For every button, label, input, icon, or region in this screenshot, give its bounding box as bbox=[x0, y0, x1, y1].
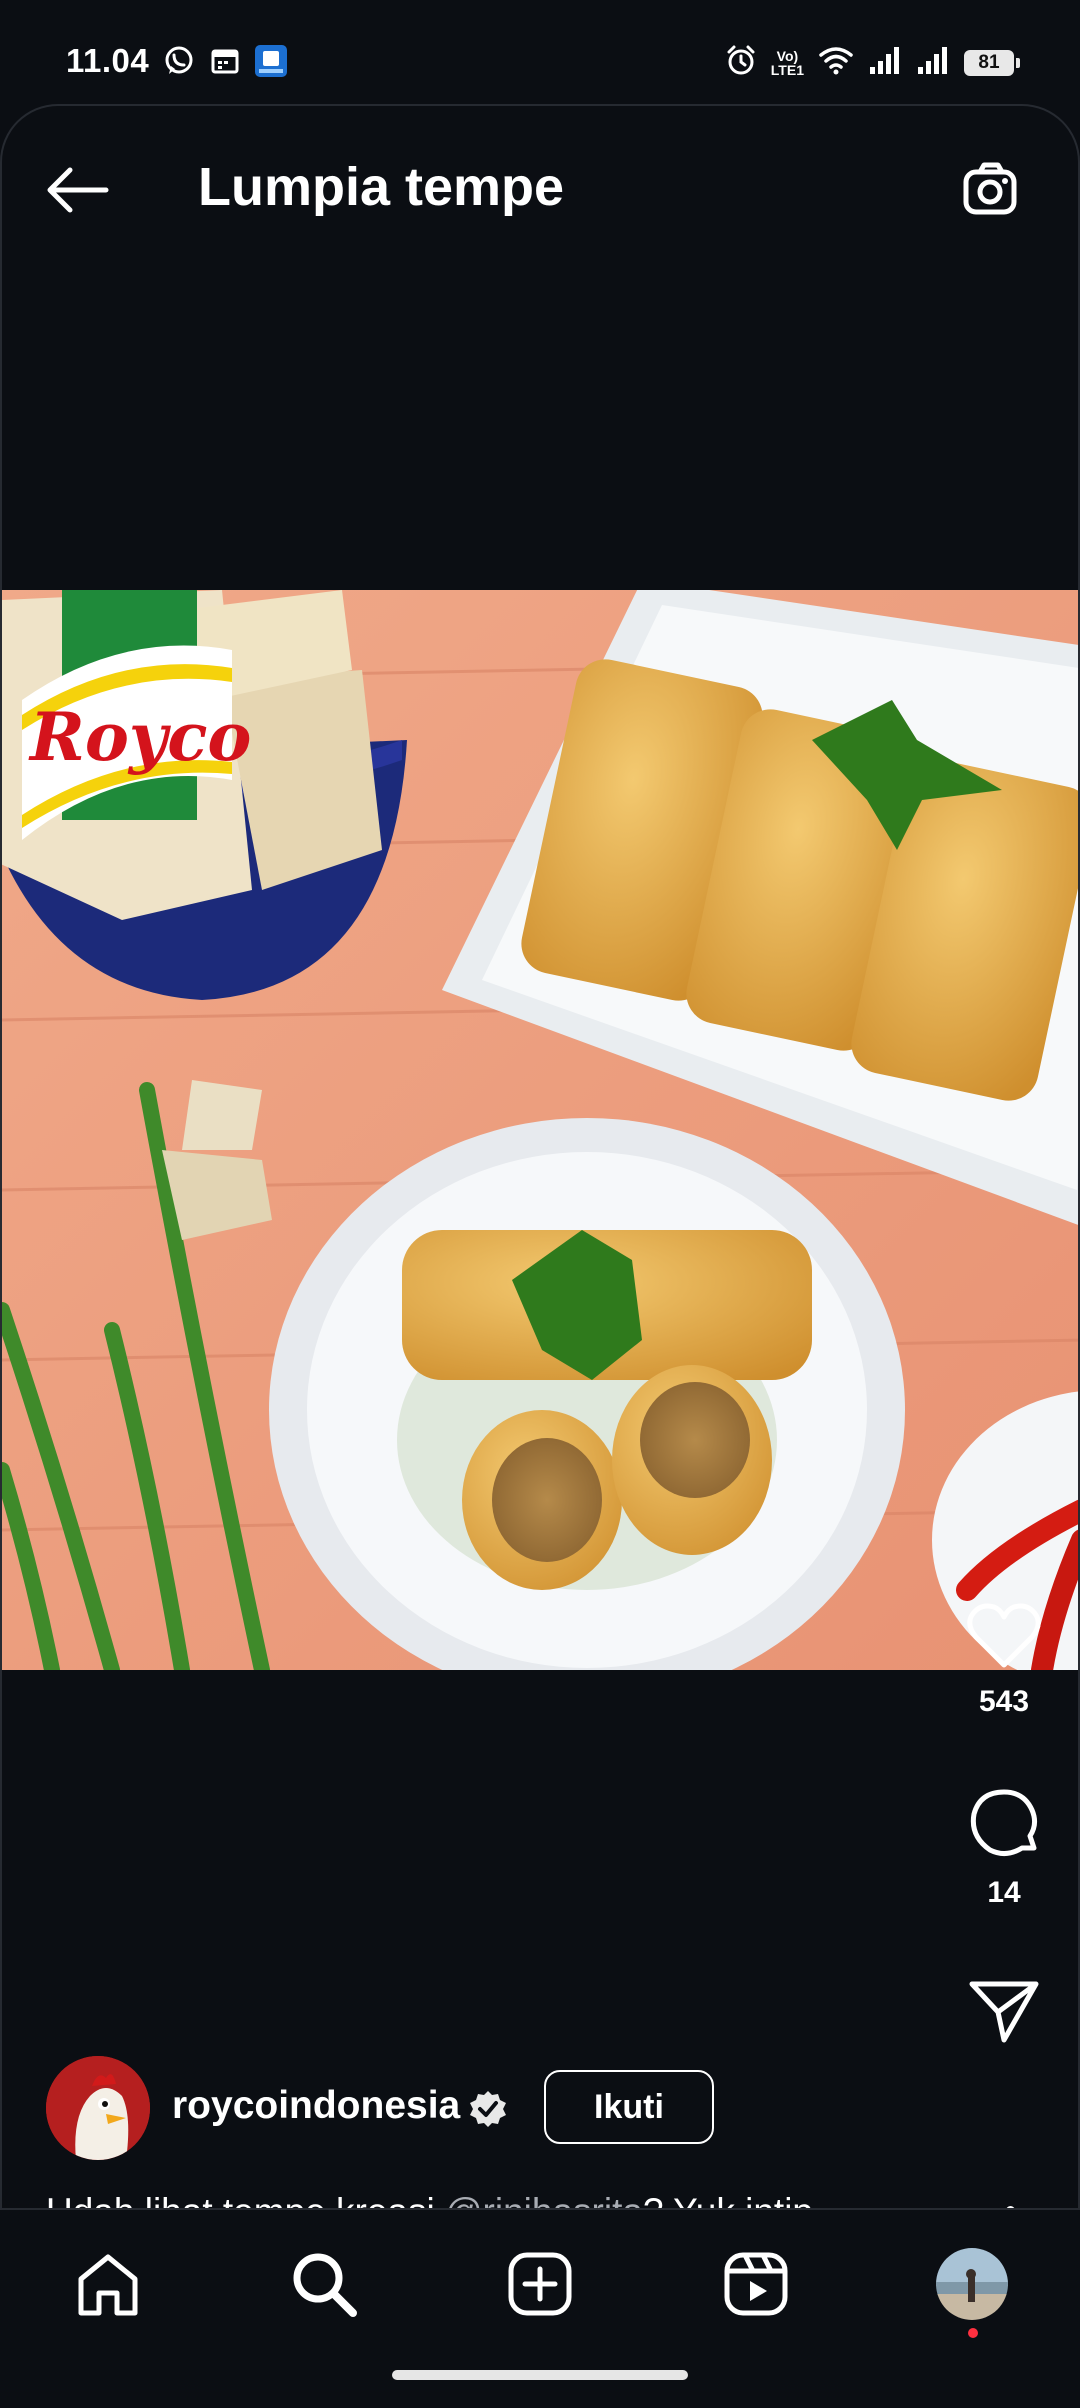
status-right-icons: Vo) LTE1 81 bbox=[725, 44, 1020, 81]
home-indicator[interactable] bbox=[392, 2370, 688, 2380]
camera-icon bbox=[963, 162, 1017, 215]
comment-action: 14 bbox=[954, 1786, 1054, 1910]
caption-mention[interactable]: @rinihasrita bbox=[445, 2191, 643, 2208]
status-time: 11.04 bbox=[66, 42, 150, 79]
signal-icon bbox=[916, 45, 950, 80]
alarm-icon bbox=[725, 44, 757, 81]
like-count: 543 bbox=[978, 1685, 1030, 1718]
share-action bbox=[954, 1976, 1054, 2046]
arrow-left-icon bbox=[47, 167, 109, 213]
battery-icon: 81 bbox=[964, 49, 1020, 76]
verified-badge-icon bbox=[468, 2089, 508, 2129]
comment-count: 14 bbox=[987, 1876, 1021, 1909]
create-icon bbox=[508, 2252, 572, 2316]
profile-avatar bbox=[936, 2248, 1008, 2320]
caption-text: Udah lihat tempe kreasi bbox=[46, 2191, 445, 2208]
calendar-icon bbox=[210, 46, 240, 81]
heart-icon[interactable] bbox=[966, 1601, 1042, 1671]
volte-icon: Vo) LTE1 bbox=[770, 47, 804, 78]
send-icon[interactable] bbox=[966, 1976, 1042, 2046]
nav-reels[interactable] bbox=[716, 2244, 796, 2324]
nav-home[interactable] bbox=[68, 2244, 148, 2324]
post-caption[interactable]: Udah lihat tempe kreasi @rinihasrita? Yu… bbox=[46, 2188, 926, 2208]
comment-icon[interactable] bbox=[966, 1786, 1042, 1862]
search-icon bbox=[293, 2253, 357, 2317]
back-button[interactable] bbox=[42, 154, 114, 226]
svg-text:Royco: Royco bbox=[28, 698, 251, 776]
nav-create[interactable] bbox=[500, 2244, 580, 2324]
nav-search[interactable] bbox=[284, 2244, 364, 2324]
reels-icon bbox=[724, 2252, 788, 2316]
signal-icon bbox=[868, 45, 902, 80]
whatsapp-icon bbox=[162, 44, 196, 83]
nav-profile[interactable] bbox=[932, 2244, 1012, 2324]
home-icon bbox=[78, 2254, 138, 2316]
post-viewer: Lumpia tempe Royco 543 14 roycoindonesia… bbox=[0, 104, 1080, 2208]
wifi-icon bbox=[818, 45, 854, 80]
like-action: 543 bbox=[954, 1601, 1054, 1719]
status-bar: 11.04 Vo) LTE1 81 bbox=[0, 0, 1080, 104]
post-image[interactable]: Royco bbox=[2, 590, 1078, 1670]
notification-dot bbox=[968, 2328, 978, 2338]
author-username[interactable]: roycoindonesia bbox=[172, 2084, 460, 2128]
follow-button[interactable]: Ikuti bbox=[544, 2070, 714, 2144]
app-notification-icon bbox=[254, 44, 288, 83]
camera-button[interactable] bbox=[950, 150, 1030, 230]
header: Lumpia tempe bbox=[2, 106, 1078, 266]
page-title: Lumpia tempe bbox=[198, 157, 565, 217]
status-left-icons bbox=[162, 44, 288, 83]
author-avatar[interactable] bbox=[46, 2056, 150, 2160]
